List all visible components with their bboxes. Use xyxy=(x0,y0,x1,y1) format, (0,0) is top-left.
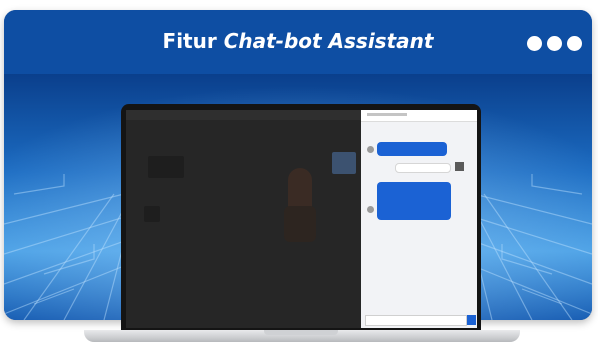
user-message-bubble xyxy=(395,163,451,173)
laptop-notch xyxy=(264,330,338,335)
card-title-italic: Chat-bot Assistant xyxy=(223,29,434,53)
chat-input[interactable] xyxy=(365,315,467,326)
chat-panel-header xyxy=(361,110,477,122)
video-thumbnail xyxy=(332,152,356,174)
whiteboard-doodle xyxy=(148,156,184,178)
whiteboard-doodle xyxy=(144,206,160,222)
laptop-screen xyxy=(126,110,477,328)
chat-bot-panel xyxy=(361,110,477,328)
send-button[interactable] xyxy=(467,315,476,325)
bot-avatar-icon xyxy=(367,206,374,213)
app-topbar xyxy=(126,110,361,120)
presenter-body xyxy=(284,206,316,242)
dot-icon xyxy=(547,36,562,51)
more-dots-icon[interactable] xyxy=(527,36,582,51)
meeting-app-view xyxy=(126,110,361,328)
presenter-figure xyxy=(288,168,312,210)
bot-avatar-icon xyxy=(367,146,374,153)
card-title: Fitur Chat-bot Assistant xyxy=(162,29,434,53)
user-avatar-icon xyxy=(455,162,464,171)
dot-icon xyxy=(567,36,582,51)
bot-message-bubble xyxy=(377,142,447,156)
card-header: Fitur Chat-bot Assistant xyxy=(4,10,592,74)
bot-message-bubble xyxy=(377,182,451,220)
dot-icon xyxy=(527,36,542,51)
